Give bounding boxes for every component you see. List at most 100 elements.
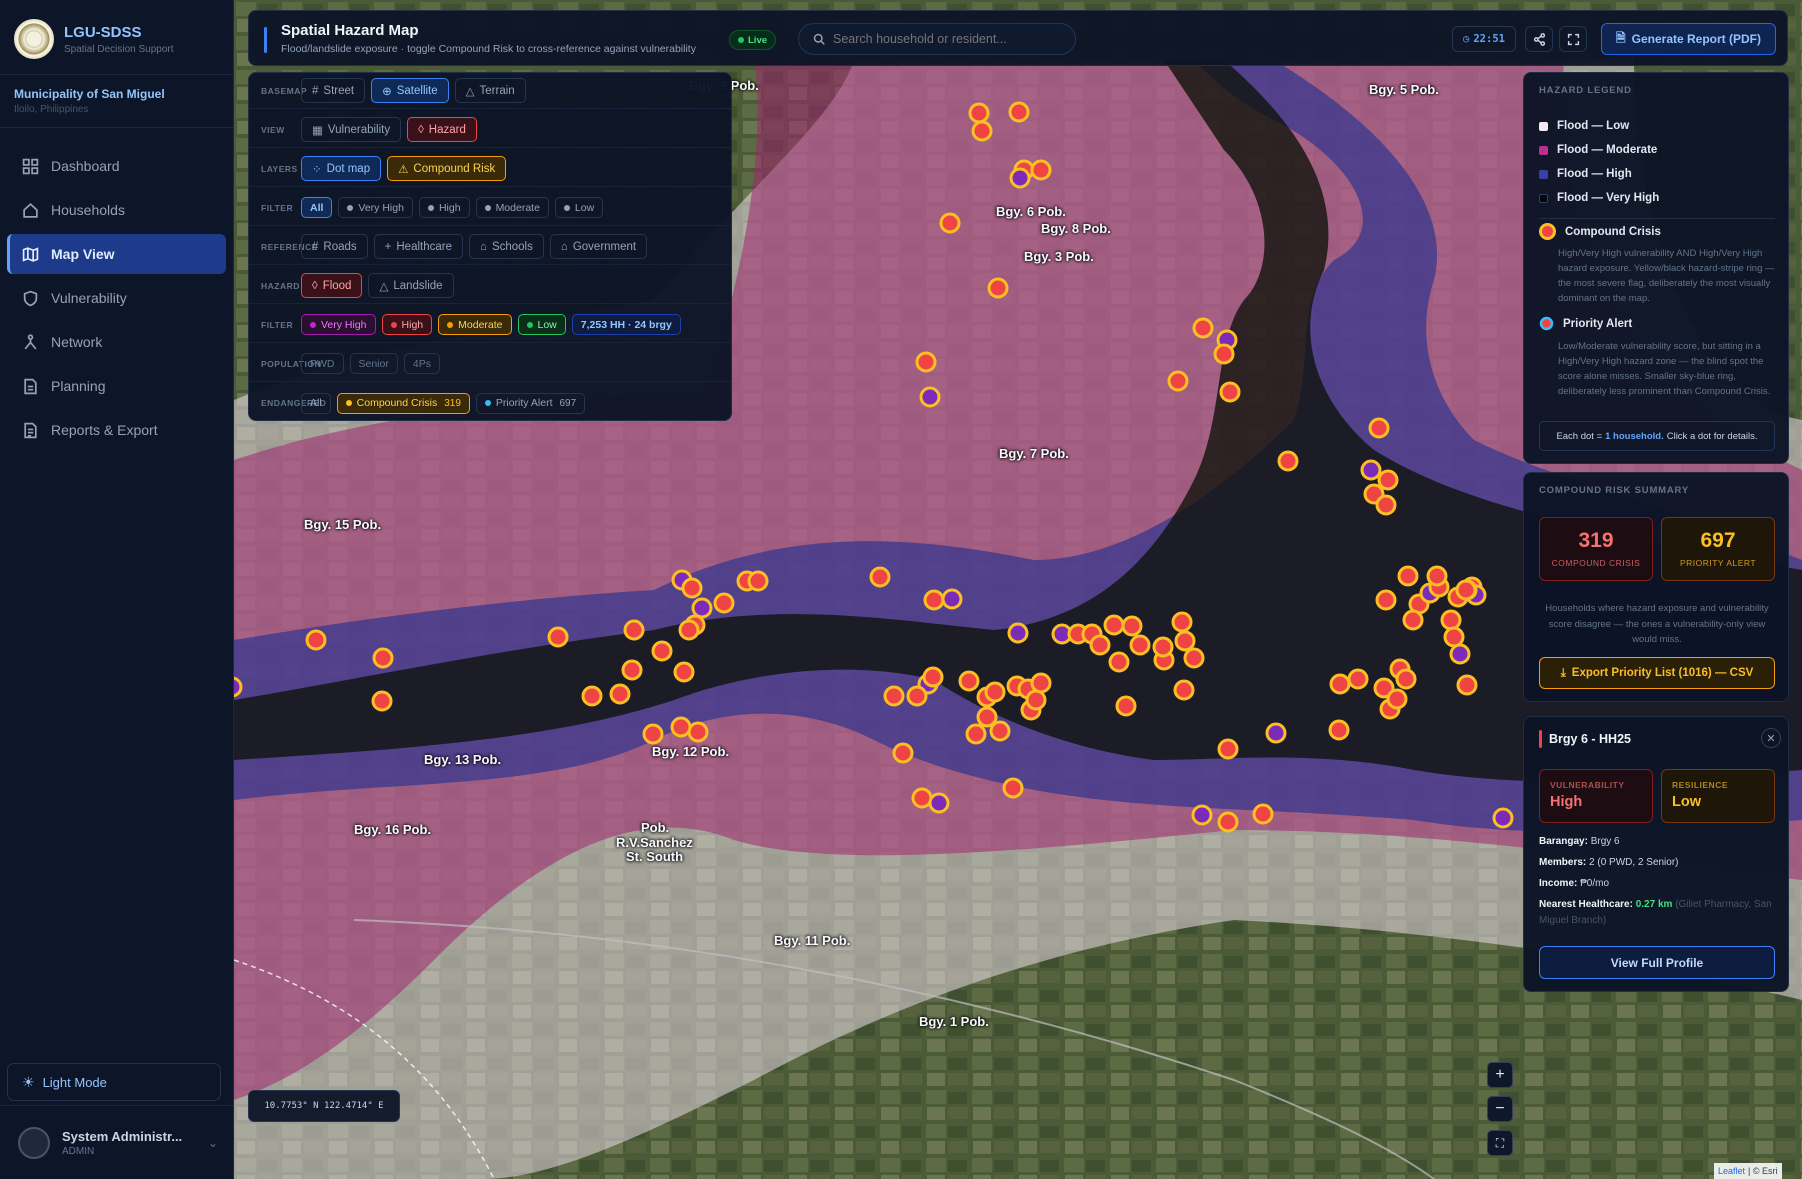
priority-alert-marker[interactable] xyxy=(918,385,942,409)
compound-crisis-marker[interactable] xyxy=(986,276,1010,300)
basemap-terrain-button[interactable]: △ Terrain xyxy=(454,78,526,103)
hazard-moderate-button[interactable]: Moderate xyxy=(438,314,512,335)
fullscreen-button[interactable] xyxy=(1559,26,1587,52)
compound-crisis-marker[interactable] xyxy=(641,722,665,746)
search-input[interactable] xyxy=(833,32,1053,46)
population-pwd-button[interactable]: PWD xyxy=(301,353,344,374)
compound-crisis-marker[interactable] xyxy=(1367,416,1391,440)
compound-crisis-marker[interactable] xyxy=(1107,650,1131,674)
hazard-high-button[interactable]: High xyxy=(381,314,433,335)
population-4ps-button[interactable]: 4Ps xyxy=(403,353,440,374)
sidebar-item-households[interactable]: Households xyxy=(7,190,226,230)
filter-all-button[interactable]: All xyxy=(301,197,333,218)
sidebar-item-vulnerability[interactable]: Vulnerability xyxy=(7,278,226,318)
compound-crisis-marker[interactable] xyxy=(580,684,604,708)
filter-moderate-button[interactable]: Moderate xyxy=(475,197,549,218)
priority-alert-marker[interactable] xyxy=(1448,642,1472,666)
compound-crisis-marker[interactable] xyxy=(938,211,962,235)
compound-crisis-marker[interactable] xyxy=(914,350,938,374)
compound-crisis-marker[interactable] xyxy=(1454,578,1478,602)
fit-bounds-button[interactable]: ⛶ xyxy=(1487,1130,1513,1156)
endangered-all-button[interactable]: All xyxy=(301,392,331,414)
compound-crisis-marker[interactable] xyxy=(988,719,1012,743)
priority-alert-marker[interactable] xyxy=(1006,621,1030,645)
compound-crisis-marker[interactable] xyxy=(1346,667,1370,691)
compound-crisis-marker[interactable] xyxy=(546,625,570,649)
compound-crisis-marker[interactable] xyxy=(921,665,945,689)
compound-crisis-marker[interactable] xyxy=(620,658,644,682)
compound-crisis-marker[interactable] xyxy=(1216,737,1240,761)
priority-alert-marker[interactable] xyxy=(940,587,964,611)
compound-crisis-marker[interactable] xyxy=(1007,100,1031,124)
compound-crisis-marker[interactable] xyxy=(1166,369,1190,393)
layer-compound-risk-button[interactable]: ⚠ Compound Risk xyxy=(387,156,507,181)
basemap-satellite-button[interactable]: ⊕ Satellite xyxy=(371,78,449,103)
compound-crisis-marker[interactable] xyxy=(1212,342,1236,366)
compound-crisis-marker[interactable] xyxy=(1029,158,1053,182)
compound-crisis-marker[interactable] xyxy=(672,660,696,684)
compound-crisis-marker[interactable] xyxy=(1114,694,1138,718)
compound-crisis-marker[interactable] xyxy=(964,722,988,746)
compound-crisis-marker[interactable] xyxy=(1151,635,1175,659)
compound-crisis-marker[interactable] xyxy=(970,119,994,143)
compound-crisis-marker[interactable] xyxy=(1385,687,1409,711)
compound-crisis-marker[interactable] xyxy=(650,639,674,663)
zoom-in-button[interactable]: + xyxy=(1487,1062,1513,1088)
compound-crisis-marker[interactable] xyxy=(304,628,328,652)
compound-crisis-marker[interactable] xyxy=(1182,646,1206,670)
compound-crisis-marker[interactable] xyxy=(891,741,915,765)
compound-crisis-marker[interactable] xyxy=(882,684,906,708)
view-full-profile-button[interactable]: View Full Profile xyxy=(1539,946,1775,979)
compound-crisis-marker[interactable] xyxy=(1425,564,1449,588)
layer-dot-map-button[interactable]: ⁘ Dot map xyxy=(301,156,382,181)
zoom-out-button[interactable]: − xyxy=(1487,1096,1513,1122)
hazard-flood-button[interactable]: ◊ Flood xyxy=(301,273,363,298)
compound-crisis-marker[interactable] xyxy=(1029,671,1053,695)
user-menu[interactable]: System Administr... ADMIN ⌄ xyxy=(0,1105,234,1179)
generate-report-button[interactable]: 🗎 Generate Report (PDF) xyxy=(1601,23,1776,55)
compound-crisis-marker[interactable] xyxy=(1455,673,1479,697)
compound-crisis-marker[interactable] xyxy=(677,618,701,642)
compound-crisis-marker[interactable] xyxy=(1216,810,1240,834)
compound-crisis-marker[interactable] xyxy=(1172,678,1196,702)
compound-crisis-marker[interactable] xyxy=(1374,493,1398,517)
compound-crisis-marker[interactable] xyxy=(868,565,892,589)
sidebar-item-map-view[interactable]: Map View xyxy=(7,234,226,274)
compound-crisis-marker[interactable] xyxy=(1327,718,1351,742)
priority-alert-marker[interactable] xyxy=(1190,803,1214,827)
reference-government-button[interactable]: ⌂ Government xyxy=(549,234,648,259)
compound-crisis-marker[interactable] xyxy=(371,646,395,670)
hazard-low-button[interactable]: Low xyxy=(517,314,566,335)
priority-alert-marker[interactable] xyxy=(1264,721,1288,745)
filter-very-high-button[interactable]: Very High xyxy=(338,197,413,218)
light-mode-toggle[interactable]: ☀ Light Mode xyxy=(7,1063,221,1101)
priority-alert-marker[interactable] xyxy=(927,791,951,815)
compound-crisis-marker[interactable] xyxy=(622,618,646,642)
compound-crisis-marker[interactable] xyxy=(370,689,394,713)
priority-alert-marker[interactable] xyxy=(234,675,244,699)
basemap-street-button[interactable]: # Street xyxy=(301,78,366,103)
hazard-very-high-button[interactable]: Very High xyxy=(301,314,376,335)
view-vulnerability-button[interactable]: ▦ Vulnerability xyxy=(301,117,402,142)
close-icon[interactable]: ✕ xyxy=(1761,728,1781,748)
compound-crisis-marker[interactable] xyxy=(1191,316,1215,340)
sidebar-item-dashboard[interactable]: Dashboard xyxy=(7,146,226,186)
compound-crisis-marker[interactable] xyxy=(1218,380,1242,404)
leaflet-link[interactable]: Leaflet xyxy=(1718,1166,1745,1176)
reference-schools-button[interactable]: ⌂ Schools xyxy=(469,234,544,259)
view-hazard-button[interactable]: ◊ Hazard xyxy=(407,117,477,142)
sidebar-item-network[interactable]: Network xyxy=(7,322,226,362)
sidebar-item-reports-export[interactable]: Reports & Export xyxy=(7,410,226,450)
compound-crisis-marker[interactable] xyxy=(712,591,736,615)
compound-crisis-marker[interactable] xyxy=(669,715,693,739)
filter-high-button[interactable]: High xyxy=(418,197,470,218)
priority-alert-marker[interactable] xyxy=(1491,806,1515,830)
population-senior-button[interactable]: Senior xyxy=(349,353,398,374)
export-priority-list-button[interactable]: ⤓ Export Priority List (1016) — CSV xyxy=(1539,657,1775,689)
reference-healthcare-button[interactable]: + Healthcare xyxy=(373,234,463,259)
compound-crisis-marker[interactable] xyxy=(608,682,632,706)
endangered-priority-alert-button[interactable]: Priority Alert 697 xyxy=(475,392,586,414)
search-box[interactable] xyxy=(798,23,1076,55)
endangered-compound-crisis-button[interactable]: Compound Crisis 319 xyxy=(336,392,470,414)
sidebar-item-planning[interactable]: Planning xyxy=(7,366,226,406)
